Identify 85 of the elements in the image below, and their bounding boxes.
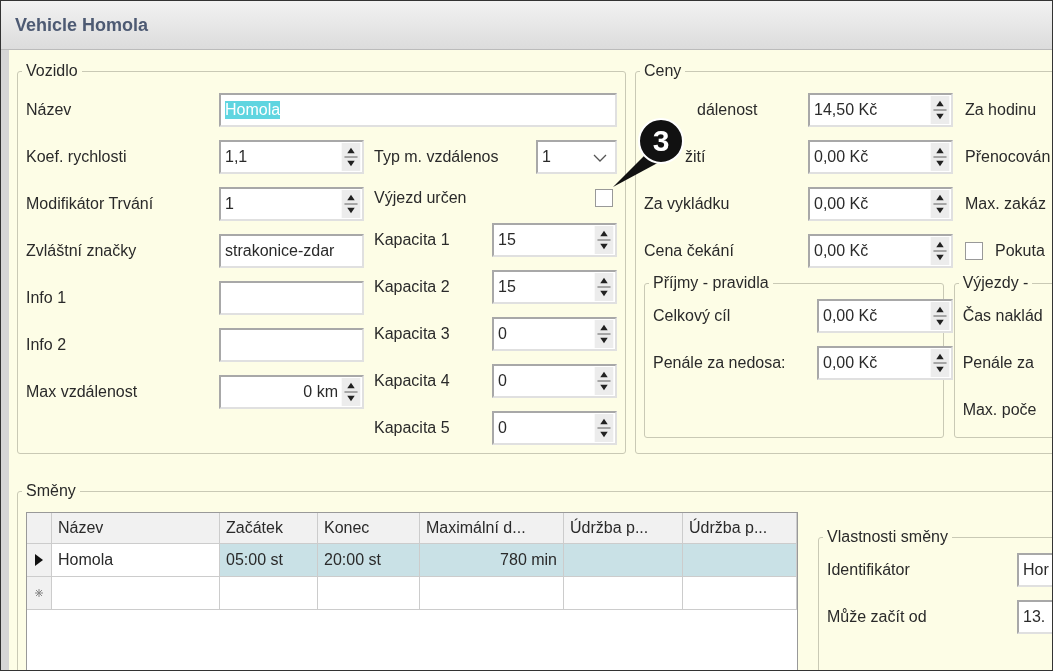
table-cell: 20:00 st bbox=[318, 544, 420, 576]
spinner-buttons[interactable] bbox=[930, 189, 950, 218]
field-label: Kapacita 4 bbox=[374, 371, 451, 390]
field-label: Čas naklád bbox=[962, 306, 1043, 325]
table-cell: 05:00 st bbox=[220, 544, 318, 576]
input-field[interactable]: 0 bbox=[492, 363, 617, 398]
field-label: Info 2 bbox=[26, 335, 68, 354]
input-field[interactable]: 1 bbox=[219, 186, 364, 221]
column-header[interactable]: Konec bbox=[318, 513, 420, 543]
group-title: Vozidlo bbox=[25, 62, 79, 80]
window-title: Vehicle Homola bbox=[15, 14, 149, 36]
column-header[interactable]: Maximální d... bbox=[420, 513, 564, 543]
field-label: Název bbox=[26, 100, 73, 119]
input-field[interactable]: 14,50 Kč bbox=[808, 92, 953, 127]
spinner-buttons[interactable] bbox=[594, 319, 614, 348]
spinner-buttons[interactable] bbox=[594, 413, 614, 442]
input-field[interactable]: 0 km bbox=[219, 374, 364, 409]
spinner-buttons[interactable] bbox=[341, 377, 361, 406]
input-field[interactable]: 0,00 Kč bbox=[808, 139, 953, 174]
input-field[interactable]: 15 bbox=[492, 222, 617, 257]
field-label: dálenost bbox=[696, 100, 758, 119]
spinner-buttons[interactable] bbox=[930, 236, 950, 265]
spinner-buttons[interactable] bbox=[594, 366, 614, 395]
input-field[interactable]: 0,00 Kč bbox=[808, 186, 953, 221]
field-label: žití bbox=[684, 147, 706, 166]
input-field[interactable] bbox=[219, 327, 364, 362]
input-field[interactable]: 13. bbox=[1017, 599, 1052, 634]
spinner-buttons[interactable] bbox=[341, 189, 361, 218]
input-field[interactable]: 1,1 bbox=[219, 139, 364, 174]
checkbox[interactable] bbox=[965, 241, 983, 260]
field-label: Přenocován bbox=[965, 147, 1051, 166]
checkbox-label: Pokuta bbox=[995, 241, 1045, 260]
input-field[interactable]: Hor bbox=[1017, 552, 1052, 587]
field-label: Max. zakáz bbox=[965, 194, 1046, 213]
spinner-buttons[interactable] bbox=[930, 95, 950, 124]
group-title: Příjmy - pravidla bbox=[652, 274, 770, 292]
field-label: Info 1 bbox=[26, 288, 68, 307]
group-title: Směny bbox=[25, 482, 77, 500]
field-label: Penále za nedosa: bbox=[653, 353, 787, 372]
checkbox-label: Výjezd určen bbox=[374, 189, 467, 207]
field-label: Kapacita 2 bbox=[374, 277, 451, 296]
spinner-buttons[interactable] bbox=[930, 142, 950, 171]
group-title: Vlastnosti směny bbox=[826, 528, 949, 546]
group-title: Ceny bbox=[643, 62, 683, 80]
checkbox[interactable] bbox=[595, 189, 613, 207]
field-label: Penále za bbox=[962, 353, 1034, 372]
input-field[interactable] bbox=[219, 280, 364, 315]
field-label: Koef. rychlosti bbox=[26, 147, 128, 166]
input-field[interactable]: 0 bbox=[492, 316, 617, 351]
field-label: Kapacita 1 bbox=[374, 230, 451, 249]
field-label: Celkový cíl bbox=[653, 306, 732, 325]
field-label: Kapacita 5 bbox=[374, 418, 451, 437]
spinner-buttons[interactable] bbox=[594, 225, 614, 254]
new-row-icon bbox=[34, 588, 44, 598]
field-label: Typ m. vzdálenos bbox=[374, 147, 500, 166]
input-field[interactable]: 0 bbox=[492, 410, 617, 445]
spinner-buttons[interactable] bbox=[930, 348, 950, 377]
field-label: Za vykládku bbox=[644, 194, 730, 213]
spinner-buttons[interactable] bbox=[594, 272, 614, 301]
field-label: Max. poče bbox=[962, 400, 1037, 419]
input-field[interactable]: 0,00 Kč bbox=[808, 233, 953, 268]
chevron-down-icon bbox=[593, 153, 607, 162]
spinner-buttons[interactable] bbox=[341, 142, 361, 171]
spinner-buttons[interactable] bbox=[930, 301, 950, 330]
input-field[interactable]: 0,00 Kč bbox=[817, 298, 953, 333]
input-field[interactable]: strakonice-zdar bbox=[219, 233, 364, 268]
field-label: Může začít od bbox=[827, 607, 928, 626]
dropdown[interactable]: 1 bbox=[536, 139, 617, 174]
field-label: Max vzdálenost bbox=[26, 382, 139, 401]
field-label: Modifikátor Trvání bbox=[26, 194, 155, 213]
column-header[interactable]: Údržba p... bbox=[564, 513, 683, 543]
row-header[interactable] bbox=[27, 544, 52, 576]
field-label: Cena čekání bbox=[644, 241, 734, 260]
field-label: Zvláštní značky bbox=[26, 241, 138, 260]
field-label: Identifikátor bbox=[827, 560, 911, 579]
input-field[interactable]: 15 bbox=[492, 269, 617, 304]
field-label: Kapacita 3 bbox=[374, 324, 451, 343]
column-header[interactable]: Údržba p... bbox=[683, 513, 797, 543]
group-title: Výjezdy - bbox=[961, 274, 1030, 292]
current-row-icon bbox=[35, 554, 43, 566]
column-header[interactable]: Začátek bbox=[220, 513, 318, 543]
table-cell: 780 min bbox=[420, 544, 564, 576]
field-label: Za hodinu bbox=[965, 100, 1037, 119]
column-header[interactable]: Název bbox=[52, 513, 220, 543]
input-field[interactable]: 0,00 Kč bbox=[817, 345, 953, 380]
